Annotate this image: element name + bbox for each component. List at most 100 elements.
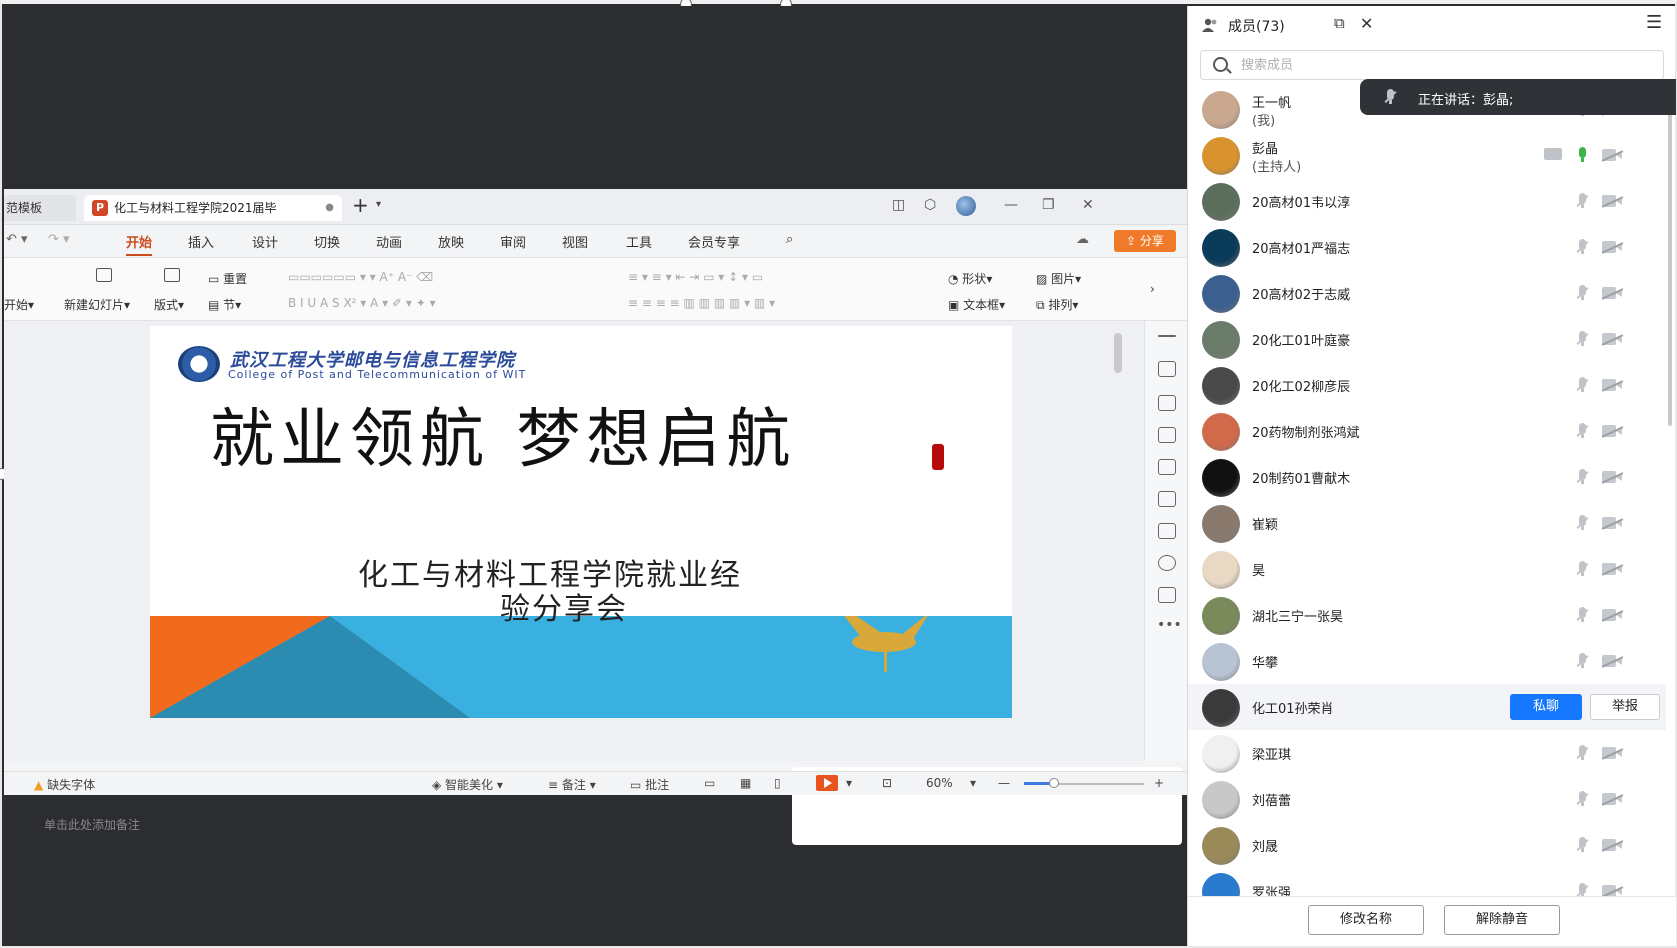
arrange-button[interactable]: ⧉ 排列▾ (1036, 296, 1078, 313)
shape-button[interactable]: ◔ 形状▾ (948, 270, 992, 287)
member-row[interactable]: 昊 (1188, 546, 1666, 592)
picture-button[interactable]: ▨ 图片▾ (1036, 270, 1081, 287)
camera-off-icon[interactable] (1602, 747, 1622, 760)
member-row[interactable]: 20制药01曹献木 (1188, 454, 1666, 500)
mic-off-icon[interactable] (1576, 515, 1588, 531)
notes-placeholder[interactable]: 单击此处添加备注 (44, 816, 140, 833)
member-row[interactable]: 20高材02于志威 (1188, 270, 1666, 316)
reading-view-icon[interactable]: ▯ (774, 776, 781, 790)
mic-off-icon[interactable] (1576, 745, 1588, 761)
mic-off-icon[interactable] (1576, 653, 1588, 669)
tab-review[interactable]: 审阅 (500, 232, 526, 251)
tab-document[interactable]: P 化工与材料工程学院2021届毕 ● (84, 195, 342, 221)
member-row[interactable]: 刘蓓蕾 (1188, 776, 1666, 822)
chevron-down-icon[interactable]: ▾ (376, 199, 381, 210)
gift-icon[interactable] (1158, 587, 1176, 603)
tab-animation[interactable]: 动画 (376, 232, 402, 251)
rename-button[interactable]: 修改名称 (1308, 905, 1424, 935)
normal-view-icon[interactable]: ▭ (704, 776, 715, 790)
layout-icon[interactable]: ◫ (892, 197, 905, 213)
zoom-in-icon[interactable]: + (1154, 776, 1164, 790)
textbox-button[interactable]: ▣ 文本框▾ (948, 296, 1005, 313)
zoom-value[interactable]: 60% (926, 776, 953, 790)
notes-button[interactable]: ≡ 备注 ▾ (548, 776, 596, 793)
undo-icon[interactable]: ↶ ▾ (6, 232, 28, 247)
play-chevron-icon[interactable]: ▾ (846, 776, 852, 790)
tab-template[interactable]: 范模板 (4, 195, 76, 221)
mic-on-icon[interactable] (1576, 147, 1588, 163)
member-row[interactable]: 20化工02柳彦辰 (1188, 362, 1666, 408)
mic-off-icon[interactable] (1576, 791, 1588, 807)
tools-icon[interactable] (1158, 491, 1176, 507)
comments-button[interactable]: ▭ 批注 (630, 776, 669, 793)
share-button[interactable]: ⇪ 分享 (1114, 230, 1176, 252)
mic-off-icon[interactable] (1576, 469, 1588, 485)
camera-off-icon[interactable] (1602, 839, 1622, 852)
star-icon[interactable] (1158, 395, 1176, 411)
avatar[interactable] (956, 196, 976, 216)
fit-window-icon[interactable]: ⊡ (882, 776, 892, 790)
tab-member[interactable]: 会员专享 (688, 232, 740, 251)
edit-icon[interactable] (1158, 459, 1176, 475)
tab-insert[interactable]: 插入 (188, 232, 214, 251)
mic-off-icon[interactable] (1576, 239, 1588, 255)
member-row[interactable]: 20化工01叶庭豪 (1188, 316, 1666, 362)
mic-off-icon[interactable] (1576, 285, 1588, 301)
play-slideshow-button[interactable] (816, 775, 838, 791)
redo-icon[interactable]: ↷ ▾ (48, 232, 70, 247)
align-group[interactable]: ≡ ≡ ≡ ≡ ▥ ▥ ▥ ▥ ▾ ▥ ▾ (628, 296, 775, 310)
chat-icon[interactable] (1158, 427, 1176, 443)
camera-off-icon[interactable] (1602, 425, 1622, 438)
member-row[interactable]: 华攀 (1188, 638, 1666, 684)
minus-icon[interactable] (1158, 335, 1176, 337)
member-row[interactable]: 湖北三宁一张昊 (1188, 592, 1666, 638)
settings-sliders-icon[interactable] (1158, 361, 1176, 377)
camera-off-icon[interactable] (1602, 287, 1622, 300)
zoom-chevron-icon[interactable]: ▾ (970, 776, 976, 790)
camera-off-icon[interactable] (1602, 333, 1622, 346)
editor-scrollbar[interactable] (1114, 333, 1122, 373)
member-row[interactable]: 刘晟 (1188, 822, 1666, 868)
font-format-group[interactable]: ▭▭▭▭▭▭ ▾ ▾ A⁺ A⁻ ⌫ (288, 270, 433, 284)
camera-off-icon[interactable] (1602, 379, 1622, 392)
cube-icon[interactable]: ⬡ (924, 197, 936, 213)
reset-button[interactable]: ▭ 重置 (208, 270, 247, 287)
member-row[interactable]: 20药物制剂张鸿斌 (1188, 408, 1666, 454)
member-row[interactable]: 崔颖 (1188, 500, 1666, 546)
camera-off-icon[interactable] (1602, 195, 1622, 208)
search-icon[interactable]: ⌕ (786, 232, 793, 247)
camera-off-icon[interactable] (1602, 609, 1622, 622)
tab-start[interactable]: 开始 (126, 232, 153, 256)
zoom-out-icon[interactable]: — (998, 776, 1010, 790)
mic-off-icon[interactable] (1576, 331, 1588, 347)
book-icon[interactable] (1158, 523, 1176, 539)
tab-view[interactable]: 视图 (562, 232, 588, 251)
cloud-icon[interactable]: ☁ (1076, 232, 1089, 247)
tab-design[interactable]: 设计 (252, 232, 278, 251)
camera-off-icon[interactable] (1602, 241, 1622, 254)
new-slide-button[interactable]: 新建幻灯片▾ (64, 296, 130, 313)
more-icon[interactable]: ••• (1157, 617, 1182, 633)
mic-off-icon[interactable] (1576, 607, 1588, 623)
section-button[interactable]: ▤ 节▾ (208, 296, 241, 313)
camera-off-icon[interactable] (1602, 149, 1622, 162)
menu-icon[interactable]: ☰ (1646, 12, 1662, 33)
layout-button[interactable]: 版式▾ (154, 296, 184, 313)
close-icon[interactable]: ✕ (1082, 197, 1094, 213)
mic-off-icon[interactable] (1576, 423, 1588, 439)
slide-canvas[interactable]: 武汉工程大学邮电与信息工程学院 College of Post and Tele… (150, 326, 1012, 718)
member-list-scrollbar[interactable] (1668, 86, 1672, 426)
report-button[interactable]: 举报 (1590, 694, 1660, 720)
font-style-group[interactable]: B I U A S X² ▾ A ▾ ✐ ▾ ✦ ▾ (288, 296, 436, 310)
start-group-button[interactable]: 开始▾ (4, 296, 34, 313)
tab-tools[interactable]: 工具 (626, 232, 652, 251)
new-tab-icon[interactable]: + (352, 193, 369, 217)
camera-off-icon[interactable] (1602, 655, 1622, 668)
camera-off-icon[interactable] (1602, 471, 1622, 484)
member-row[interactable]: 梁亚琪 (1188, 730, 1666, 776)
camera-off-icon[interactable] (1602, 517, 1622, 530)
smart-beautify-button[interactable]: ◈ 智能美化 ▾ (432, 776, 503, 793)
tab-dot-icon[interactable]: ● (325, 195, 334, 221)
member-search-input[interactable] (1241, 55, 1641, 75)
more-chevron-icon[interactable]: › (1150, 282, 1155, 296)
